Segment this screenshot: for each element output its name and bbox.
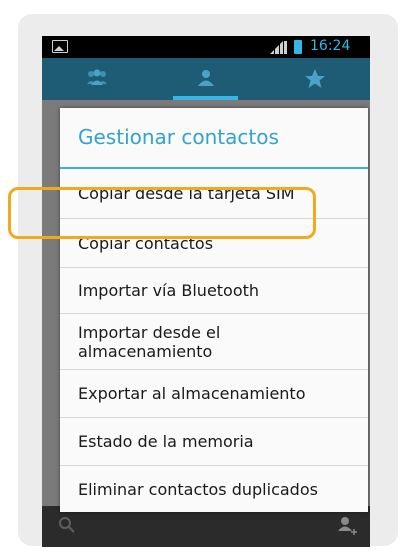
menu-item-label: Copiar contactos — [78, 233, 214, 253]
person-icon — [198, 70, 214, 86]
menu-item-import-storage[interactable]: Importar desde el almacenamiento — [60, 314, 368, 370]
tab-favorites[interactable] — [260, 58, 369, 100]
menu-item-import-bluetooth[interactable]: Importar vía Bluetooth — [60, 268, 368, 314]
signal-icon — [270, 41, 287, 54]
menu-item-remove-duplicates[interactable]: Eliminar contactos duplicados — [60, 466, 368, 512]
menu-item-label: Exportar al almacenamiento — [78, 384, 306, 403]
tab-contacts[interactable] — [151, 58, 260, 100]
menu-item-copy-from-sim[interactable]: Copiar desde la tarjeta SIM — [60, 169, 368, 219]
tab-groups[interactable] — [42, 58, 151, 100]
contacts-tab-bar — [42, 58, 370, 100]
bottom-action-bar — [42, 506, 370, 547]
menu-item-export-storage[interactable]: Exportar al almacenamiento — [60, 370, 368, 418]
search-icon[interactable] — [58, 516, 76, 534]
add-contact-icon[interactable] — [336, 516, 358, 536]
dialog-title: Gestionar contactos — [78, 125, 279, 149]
group-icon — [87, 69, 107, 85]
menu-item-label: Importar desde el almacenamiento — [78, 322, 221, 361]
menu-item-label: Importar vía Bluetooth — [78, 281, 260, 300]
status-bar: 16:24 — [42, 36, 370, 58]
menu-item-memory-status[interactable]: Estado de la memoria — [60, 418, 368, 466]
menu-item-label: Estado de la memoria — [78, 432, 254, 451]
status-time: 16:24 — [310, 38, 351, 54]
menu-item-label: Copiar desde la tarjeta SIM — [78, 184, 295, 203]
menu-item-label: Eliminar contactos duplicados — [78, 479, 318, 499]
star-icon — [305, 69, 325, 88]
menu-item-copy-contacts[interactable]: Copiar contactos — [60, 219, 368, 268]
phone-screen: 16:24 Gestionar contactos Copiar desde l… — [42, 36, 370, 547]
manage-contacts-dialog: Gestionar contactos Copiar desde la tarj… — [60, 108, 368, 512]
picture-icon — [52, 40, 68, 53]
battery-icon — [294, 40, 302, 54]
